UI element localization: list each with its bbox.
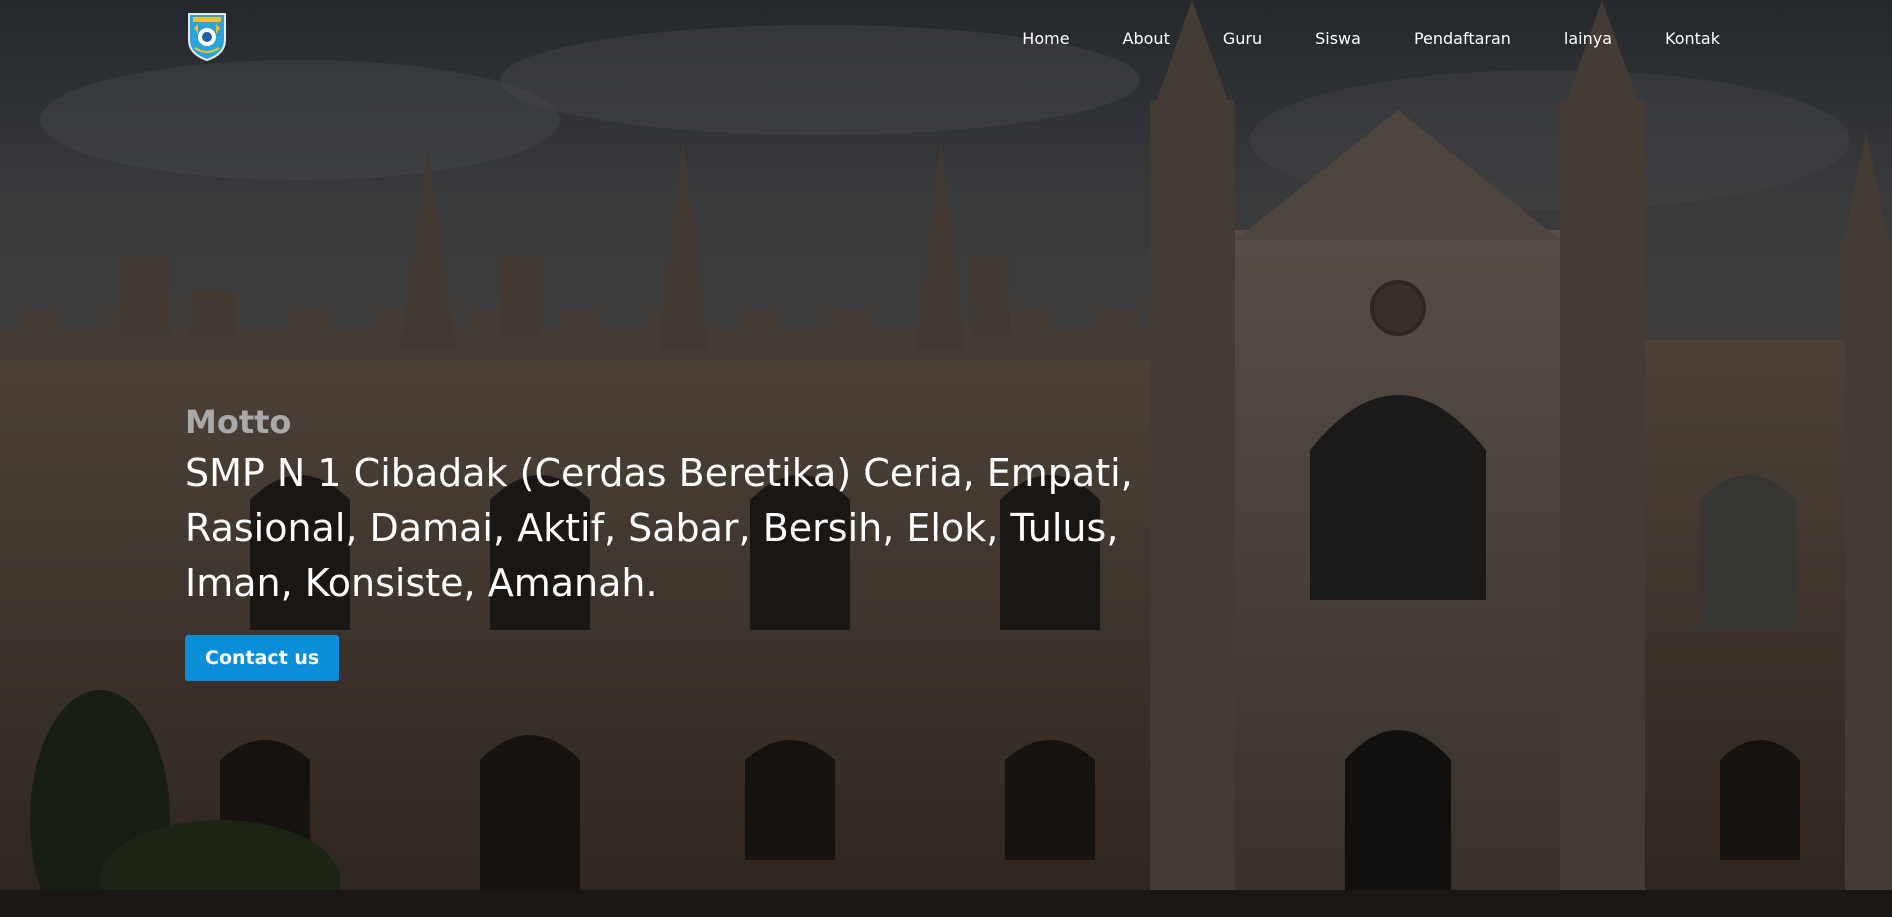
school-emblem-shield-icon[interactable]: [185, 10, 229, 62]
contact-us-button[interactable]: Contact us: [185, 635, 340, 681]
site-header: Home About Guru Siswa Pendaftaran lainya…: [0, 0, 1892, 78]
nav-lainya[interactable]: lainya: [1564, 28, 1612, 52]
nav-about[interactable]: About: [1123, 28, 1170, 52]
nav-kontak[interactable]: Kontak: [1665, 28, 1720, 52]
nav-siswa[interactable]: Siswa: [1315, 28, 1361, 52]
nav-home[interactable]: Home: [1022, 28, 1069, 52]
hero-section: Home About Guru Siswa Pendaftaran lainya…: [0, 0, 1892, 917]
hero-content: Motto SMP N 1 Cibadak (Cerdas Beretika) …: [185, 402, 1235, 681]
motto-text: SMP N 1 Cibadak (Cerdas Beretika) Ceria,…: [185, 451, 1133, 605]
main-nav: Home About Guru Siswa Pendaftaran lainya…: [1000, 28, 1720, 52]
nav-pendaftaran[interactable]: Pendaftaran: [1414, 28, 1511, 52]
motto-label: Motto: [185, 403, 292, 441]
nav-guru[interactable]: Guru: [1223, 28, 1262, 52]
